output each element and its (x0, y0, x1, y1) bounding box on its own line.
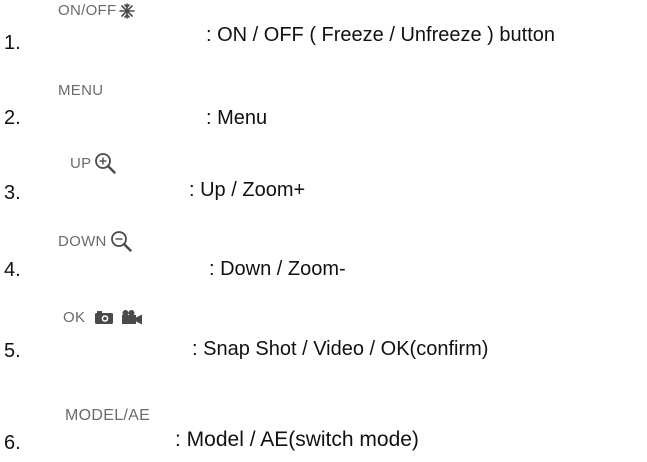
camera-icon (94, 310, 114, 325)
zoom-out-icon (110, 230, 132, 252)
item-description: : ON / OFF ( Freeze / Unfreeze ) button (206, 24, 555, 46)
item-number: 3. (4, 182, 21, 204)
ok-button-label: OK (63, 309, 143, 326)
button-label: UP (70, 154, 92, 172)
model-ae-button-label: MODEL/AE (65, 407, 150, 425)
item-description: : Model / AE(switch mode) (175, 428, 419, 451)
item-number: 6. (4, 432, 21, 454)
up-button-label: UP (70, 152, 117, 174)
list-item: 6. MODEL/AE : Model / AE(switch mode) (0, 398, 647, 458)
list-item: 2. MENU : Menu (0, 80, 647, 140)
button-label: DOWN (58, 232, 107, 250)
button-label: ON/OFF (58, 2, 117, 19)
down-button-label: DOWN (58, 230, 132, 252)
item-number: 2. (4, 107, 21, 129)
list-item: 3. UP : Up / Zoom+ (0, 150, 647, 210)
button-label: MODEL/AE (65, 407, 151, 424)
item-number: 1. (4, 32, 21, 54)
item-description: : Down / Zoom- (209, 258, 346, 280)
video-camera-icon (121, 309, 143, 326)
snowflake-icon (119, 2, 136, 19)
button-label: OK (63, 309, 86, 326)
zoom-in-icon (94, 152, 117, 174)
on-off-button-label: ON/OFF (58, 2, 136, 19)
item-number: 4. (4, 259, 21, 281)
item-description: : Snap Shot / Video / OK(confirm) (192, 338, 489, 360)
button-label: MENU (58, 82, 104, 99)
item-description: : Menu (206, 107, 268, 129)
list-item: 1. ON/OFF : ON / OFF ( Freeze / Unfreeze… (0, 0, 647, 60)
item-description: : Up / Zoom+ (189, 179, 306, 201)
list-item: 4. DOWN : Down / Zoom- (0, 226, 647, 286)
list-item: 5. OK : Snap Shot / Video / OK(confirm) (0, 307, 647, 367)
menu-button-label: MENU (58, 82, 103, 99)
item-number: 5. (4, 340, 21, 362)
